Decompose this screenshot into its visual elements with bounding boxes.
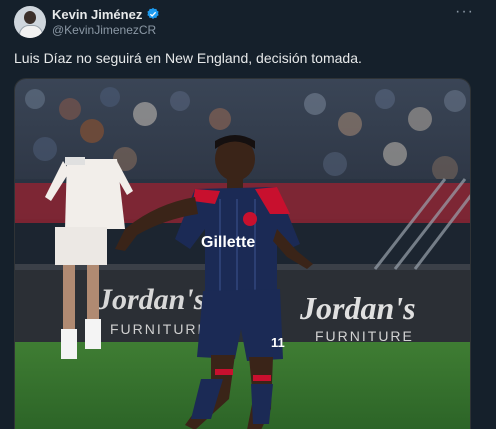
shorts-number: 11 — [271, 335, 285, 350]
ad-board-right: Jordan's — [299, 290, 416, 326]
author-handle[interactable]: @KevinJimenezCR — [52, 23, 156, 37]
author-name-row: Kevin Jiménez — [52, 6, 160, 22]
tweet-photo[interactable]: Jordan's FURNITURE Jordan's FURNITURE Gi… — [14, 78, 471, 429]
profile-photo-icon — [24, 11, 36, 24]
ad-board-left: Jordan's — [96, 283, 205, 316]
match-photo: Jordan's FURNITURE Jordan's FURNITURE Gi… — [15, 79, 470, 429]
author-avatar[interactable] — [14, 6, 46, 38]
jersey-sponsor: Gillette — [201, 234, 255, 251]
tweet-card: Kevin Jiménez @KevinJimenezCR ··· Luis D… — [0, 0, 496, 429]
more-options-icon[interactable]: ··· — [455, 3, 474, 21]
ad-board-right-sub: FURNITURE — [315, 328, 414, 344]
tweet-text: Luis Díaz no seguirá en New England, dec… — [14, 50, 362, 66]
author-name[interactable]: Kevin Jiménez — [52, 7, 142, 22]
ad-board-left-sub: FURNITURE — [110, 321, 209, 337]
verified-badge-icon — [147, 7, 159, 19]
